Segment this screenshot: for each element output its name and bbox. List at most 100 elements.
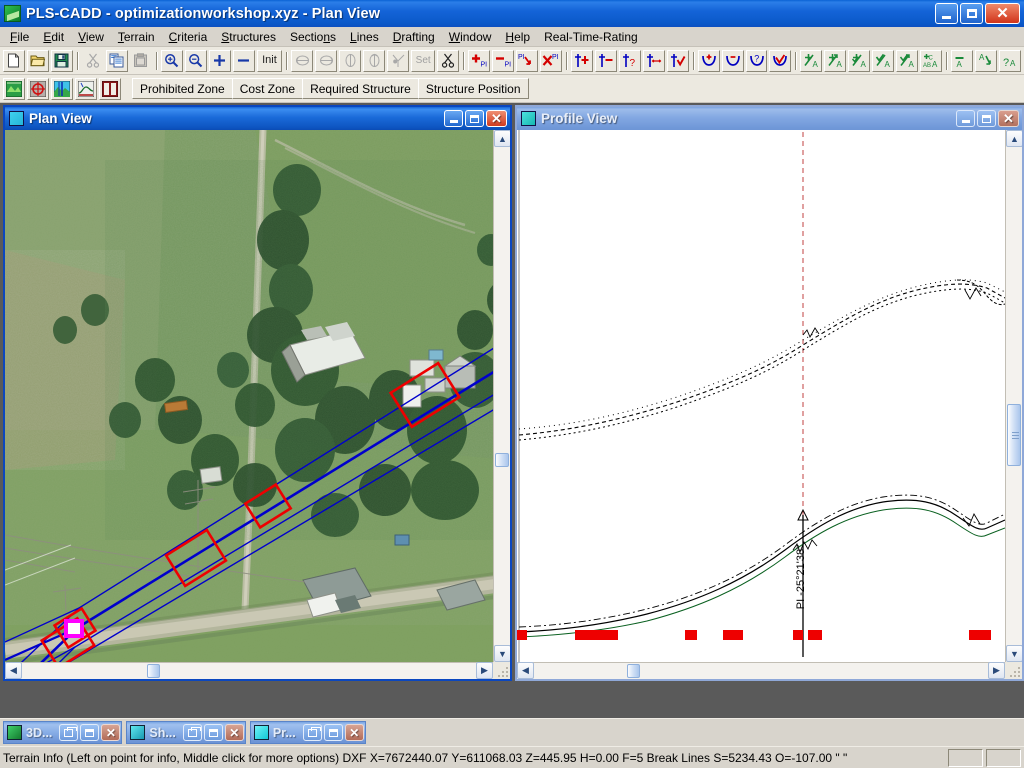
taskbar-close-button[interactable]: ✕ bbox=[101, 724, 121, 741]
tab-structure-position[interactable]: Structure Position bbox=[417, 78, 529, 99]
terrain-model-icon[interactable] bbox=[3, 77, 25, 100]
menu-item-structures[interactable]: Structures bbox=[214, 29, 283, 45]
profile-view-minimize-button[interactable] bbox=[956, 110, 975, 127]
scroll-down-button[interactable]: ▼ bbox=[1006, 645, 1022, 662]
menu-item-criteria[interactable]: Criteria bbox=[162, 29, 215, 45]
add-cable-icon[interactable] bbox=[697, 49, 720, 72]
menu-item-edit[interactable]: Edit bbox=[36, 29, 71, 45]
move-annotation-icon[interactable]: A bbox=[824, 49, 847, 72]
scissors-icon[interactable] bbox=[437, 49, 460, 72]
pick-point-icon[interactable] bbox=[387, 49, 410, 72]
flip-horizontal-icon[interactable] bbox=[363, 49, 386, 72]
taskbar-restore-button[interactable] bbox=[302, 724, 322, 741]
plan-view-icon[interactable] bbox=[51, 77, 73, 100]
taskbar-restore-button[interactable] bbox=[59, 724, 79, 741]
menu-item-sections[interactable]: Sections bbox=[283, 29, 343, 45]
menu-item-real-time-rating[interactable]: Real-Time-Rating bbox=[537, 29, 645, 45]
taskbar-maximize-button[interactable] bbox=[80, 724, 100, 741]
add-annotation-icon[interactable]: A bbox=[800, 49, 823, 72]
scroll-down-button[interactable]: ▼ bbox=[494, 645, 510, 662]
init-button[interactable]: Init bbox=[256, 49, 283, 72]
plan-view-vscroll-thumb[interactable] bbox=[495, 453, 509, 467]
rotate-left-icon[interactable] bbox=[291, 49, 314, 72]
taskbar-maximize-button[interactable] bbox=[203, 724, 223, 741]
profile-view-canvas[interactable]: PI -25°21'38" bbox=[517, 130, 1022, 679]
profile-view-maximize-button[interactable] bbox=[977, 110, 996, 127]
taskbar-maximize-button[interactable] bbox=[323, 724, 343, 741]
add-structure-icon[interactable] bbox=[570, 49, 593, 72]
tab-cost-zone[interactable]: Cost Zone bbox=[231, 78, 304, 99]
delete-pi-icon[interactable]: PI bbox=[539, 49, 562, 72]
profile-view-icon[interactable] bbox=[75, 77, 97, 100]
plan-view-canvas[interactable] bbox=[5, 130, 510, 679]
taskbar-close-button[interactable]: ✕ bbox=[344, 724, 364, 741]
scroll-right-button[interactable]: ▶ bbox=[476, 662, 493, 679]
delete-annotation-icon[interactable]: A bbox=[951, 49, 974, 72]
rotate-right-icon[interactable] bbox=[315, 49, 338, 72]
zoom-out-icon[interactable] bbox=[184, 49, 207, 72]
taskbar-item-profile-view[interactable]: Pr... ✕ bbox=[249, 721, 366, 744]
scroll-right-button[interactable]: ▶ bbox=[988, 662, 1005, 679]
profile-view-horizontal-scrollbar[interactable]: ◀ ▶ bbox=[517, 662, 1022, 679]
taskbar-item-3d-view[interactable]: 3D... ✕ bbox=[3, 721, 123, 744]
abc-annotation-icon[interactable]: C AB A bbox=[920, 49, 943, 72]
scroll-up-button[interactable]: ▲ bbox=[1006, 130, 1022, 147]
remove-pi-icon[interactable]: PI bbox=[492, 49, 514, 72]
query-label-icon[interactable]: ? A bbox=[999, 49, 1021, 72]
profile-view-resize-grip[interactable] bbox=[1005, 662, 1022, 679]
cut-icon[interactable] bbox=[81, 49, 104, 72]
tab-required-structure[interactable]: Required Structure bbox=[302, 78, 419, 99]
plan-view-horizontal-scrollbar[interactable]: ◀ ▶ bbox=[5, 662, 510, 679]
zoom-in-icon[interactable] bbox=[160, 49, 183, 72]
menu-item-drafting[interactable]: Drafting bbox=[386, 29, 442, 45]
move-label-icon[interactable]: A bbox=[975, 49, 998, 72]
new-file-icon[interactable] bbox=[3, 49, 25, 72]
plan-view-hscroll-thumb[interactable] bbox=[147, 664, 160, 678]
maximize-button[interactable] bbox=[960, 3, 983, 24]
add-pi-icon[interactable]: PI bbox=[468, 49, 491, 72]
remove-cable-icon[interactable] bbox=[721, 49, 744, 72]
plan-view-minimize-button[interactable] bbox=[444, 110, 463, 127]
plan-view-close-button[interactable]: ✕ bbox=[486, 110, 507, 127]
menu-item-lines[interactable]: Lines bbox=[343, 29, 386, 45]
scroll-up-button[interactable]: ▲ bbox=[494, 130, 510, 147]
copy-icon[interactable] bbox=[105, 49, 128, 72]
menu-item-help[interactable]: Help bbox=[498, 29, 537, 45]
edit-annotation-icon[interactable]: A bbox=[848, 49, 871, 72]
scroll-left-button[interactable]: ◀ bbox=[5, 662, 22, 679]
plan-view-maximize-button[interactable] bbox=[465, 110, 484, 127]
plan-view-title-bar[interactable]: Plan View ✕ bbox=[5, 107, 510, 130]
plus-icon[interactable] bbox=[208, 49, 231, 72]
move-structure-icon[interactable] bbox=[642, 49, 665, 72]
save-file-icon[interactable] bbox=[50, 49, 73, 72]
profile-view-close-button[interactable]: ✕ bbox=[998, 110, 1019, 127]
insert-annotation-icon[interactable]: A bbox=[896, 49, 919, 72]
query-structure-icon[interactable]: ? bbox=[618, 49, 641, 72]
profile-view-vertical-scrollbar[interactable]: ▲ ▼ bbox=[1005, 130, 1022, 679]
minus-icon[interactable] bbox=[232, 49, 255, 72]
menu-item-file[interactable]: File bbox=[3, 29, 36, 45]
flip-vertical-icon[interactable] bbox=[339, 49, 362, 72]
check-structure-icon[interactable] bbox=[666, 49, 689, 72]
tab-prohibited-zone[interactable]: Prohibited Zone bbox=[132, 78, 233, 99]
menu-item-view[interactable]: View bbox=[71, 29, 111, 45]
set-button[interactable]: Set bbox=[411, 49, 436, 72]
minimize-button[interactable] bbox=[935, 3, 958, 24]
taskbar-restore-button[interactable] bbox=[182, 724, 202, 741]
menu-item-terrain[interactable]: Terrain bbox=[111, 29, 162, 45]
plan-view-resize-grip[interactable] bbox=[493, 662, 510, 679]
paste-icon[interactable] bbox=[129, 49, 152, 72]
taskbar-item-sheet-view[interactable]: Sh... ✕ bbox=[126, 721, 246, 744]
profile-view-hscroll-thumb[interactable] bbox=[627, 664, 640, 678]
remove-structure-icon[interactable] bbox=[594, 49, 617, 72]
taskbar-close-button[interactable]: ✕ bbox=[224, 724, 244, 741]
check-cable-icon[interactable] bbox=[769, 49, 792, 72]
profile-view-title-bar[interactable]: Profile View ✕ bbox=[517, 107, 1022, 130]
close-button[interactable]: ✕ bbox=[985, 3, 1020, 24]
query-cable-icon[interactable]: ? bbox=[745, 49, 768, 72]
scroll-left-button[interactable]: ◀ bbox=[517, 662, 534, 679]
plan-view-vertical-scrollbar[interactable]: ▲ ▼ bbox=[493, 130, 510, 679]
profile-view-vscroll-thumb[interactable] bbox=[1007, 404, 1021, 466]
sheet-view-icon[interactable] bbox=[99, 77, 121, 100]
open-file-icon[interactable] bbox=[26, 49, 49, 72]
